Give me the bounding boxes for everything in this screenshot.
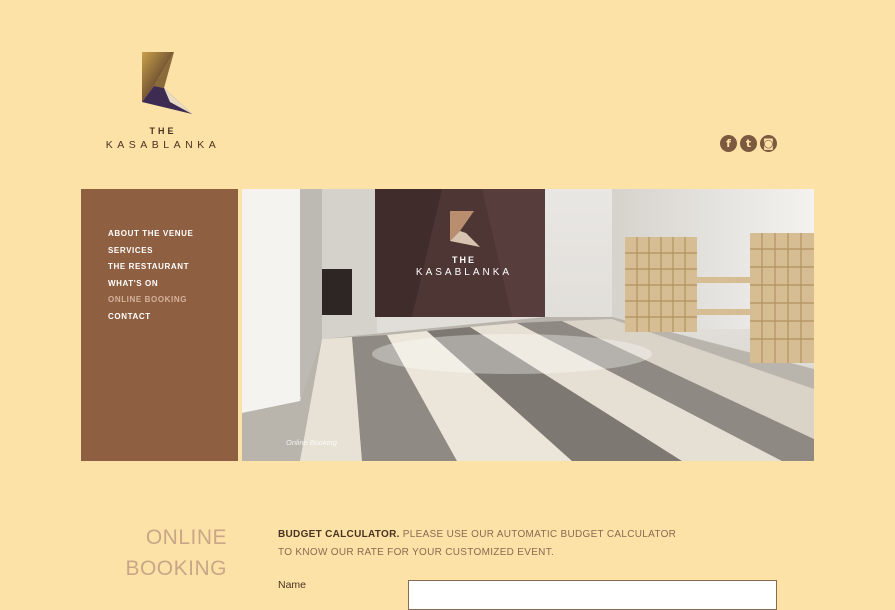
name-label: Name [278,579,307,591]
budget-calculator-link[interactable]: BUDGET CALCULATOR. [278,529,400,540]
site-logo[interactable]: THE KASABLANKA [100,48,226,151]
hero-caption: Online Booking [286,438,337,447]
nav-item-contact[interactable]: CONTACT [108,312,193,321]
page-title-line2: BOOKING [125,557,227,580]
intro-line2: TO KNOW OUR RATE FOR YOUR CUSTOMIZED EVE… [278,547,555,558]
sidebar-nav: ABOUT THE VENUE SERVICES THE RESTAURANT … [81,189,238,461]
intro-text: BUDGET CALCULATOR. PLEASE USE OUR AUTOMA… [278,526,698,562]
page-title-line1: ONLINE [145,526,227,549]
wall-brand-the: THE [452,255,476,265]
hero-image: THE KASABLANKA Online Booking [242,189,814,461]
wall-brand-name: KASABLANKA [416,267,512,278]
instagram-icon[interactable]: ◙ [760,135,777,152]
page-title: ONLINE BOOKING [100,522,227,584]
social-links: f t ◙ [720,135,777,152]
kasablanka-logo-mark [142,52,192,114]
facebook-icon[interactable]: f [720,135,737,152]
venue-interior-image: THE KASABLANKA [242,189,814,461]
logo-name-text: KASABLANKA [105,139,221,151]
twitter-icon[interactable]: t [740,135,757,152]
nav-item-services[interactable]: SERVICES [108,246,193,255]
logo-the-text: THE [149,126,177,136]
nav-item-about-the-venue[interactable]: ABOUT THE VENUE [108,229,193,238]
nav-item-whats-on[interactable]: WHAT'S ON [108,279,193,288]
name-input[interactable] [408,580,777,610]
nav-item-the-restaurant[interactable]: THE RESTAURANT [108,262,193,271]
intro-line1: PLEASE USE OUR AUTOMATIC BUDGET CALCULAT… [399,529,677,540]
nav-item-online-booking[interactable]: ONLINE BOOKING [108,295,193,304]
